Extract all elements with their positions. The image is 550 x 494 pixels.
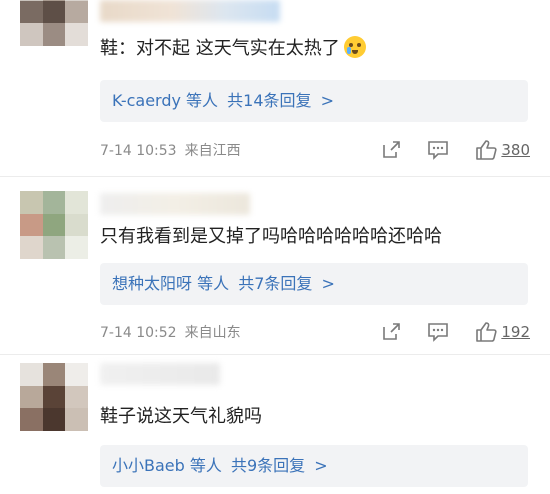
reply-count[interactable]: 共9条回复: [231, 456, 305, 475]
comment-meta: 7-14 10:52 来自山东: [100, 322, 241, 342]
comment-location: 来自山东: [184, 325, 241, 341]
share-button[interactable]: [381, 140, 401, 160]
like-button[interactable]: 380: [475, 139, 530, 161]
reply-summary[interactable]: 小小Baeb 等人 共9条回复 >: [100, 445, 528, 487]
like-button[interactable]: 192: [475, 321, 530, 343]
comment-text: 鞋：对不起 这天气实在太热了: [100, 36, 366, 61]
comment-meta: 7-14 10:53 来自江西: [100, 140, 241, 160]
like-count: 380: [501, 141, 530, 159]
chevron-right-icon: >: [321, 274, 335, 293]
author-name-blurred[interactable]: [100, 193, 250, 215]
share-button[interactable]: [381, 322, 401, 342]
comment-text: 鞋子说这天气礼貌吗: [100, 406, 262, 427]
comment-item: 鞋：对不起 这天气实在太热了 K-caerdy 等人 共14条回复 > 7-14…: [0, 0, 550, 176]
comment-button[interactable]: [427, 322, 449, 342]
comment-text: 只有我看到是又掉了吗哈哈哈哈哈哈还哈哈: [100, 226, 442, 247]
like-count: 192: [501, 323, 530, 341]
chevron-right-icon: >: [314, 456, 328, 475]
comment-actions: 380: [355, 137, 530, 163]
reply-suffix: 等人: [189, 456, 222, 475]
share-icon: [383, 141, 401, 158]
comment-button[interactable]: [427, 140, 449, 160]
comment-item: 鞋子说这天气礼貌吗 小小Baeb 等人 共9条回复 >: [0, 355, 550, 494]
comment-date: 7-14 10:52: [100, 325, 177, 341]
comment-item: 只有我看到是又掉了吗哈哈哈哈哈哈还哈哈 想种太阳呀 等人 共7条回复 > 7-1…: [0, 177, 550, 355]
reply-suffix: 等人: [186, 91, 219, 110]
comment-icon: [428, 323, 449, 342]
reply-users[interactable]: 想种太阳呀: [112, 274, 192, 293]
chevron-right-icon: >: [320, 91, 335, 110]
reply-summary[interactable]: K-caerdy 等人 共14条回复 >: [100, 80, 528, 122]
reply-count[interactable]: 共14条回复: [227, 91, 311, 110]
author-name-blurred[interactable]: [100, 0, 280, 22]
avatar[interactable]: [20, 191, 88, 259]
comment-location: 来自江西: [184, 143, 241, 159]
avatar[interactable]: [20, 363, 88, 431]
comment-icon: [428, 141, 449, 160]
comment-date: 7-14 10:53: [100, 143, 177, 159]
reply-summary[interactable]: 想种太阳呀 等人 共7条回复 >: [100, 263, 528, 305]
reply-count[interactable]: 共7条回复: [238, 274, 312, 293]
share-icon: [383, 323, 401, 340]
reply-users[interactable]: K-caerdy: [112, 91, 181, 110]
thumbs-up-icon: [476, 322, 497, 342]
reply-suffix: 等人: [197, 274, 230, 293]
author-name-blurred[interactable]: [100, 363, 220, 385]
reply-users[interactable]: 小小Baeb: [112, 456, 185, 475]
comment-actions: 192: [355, 319, 530, 345]
crying-face-icon: [343, 36, 366, 58]
avatar[interactable]: [20, 0, 88, 46]
thumbs-up-icon: [476, 140, 497, 160]
